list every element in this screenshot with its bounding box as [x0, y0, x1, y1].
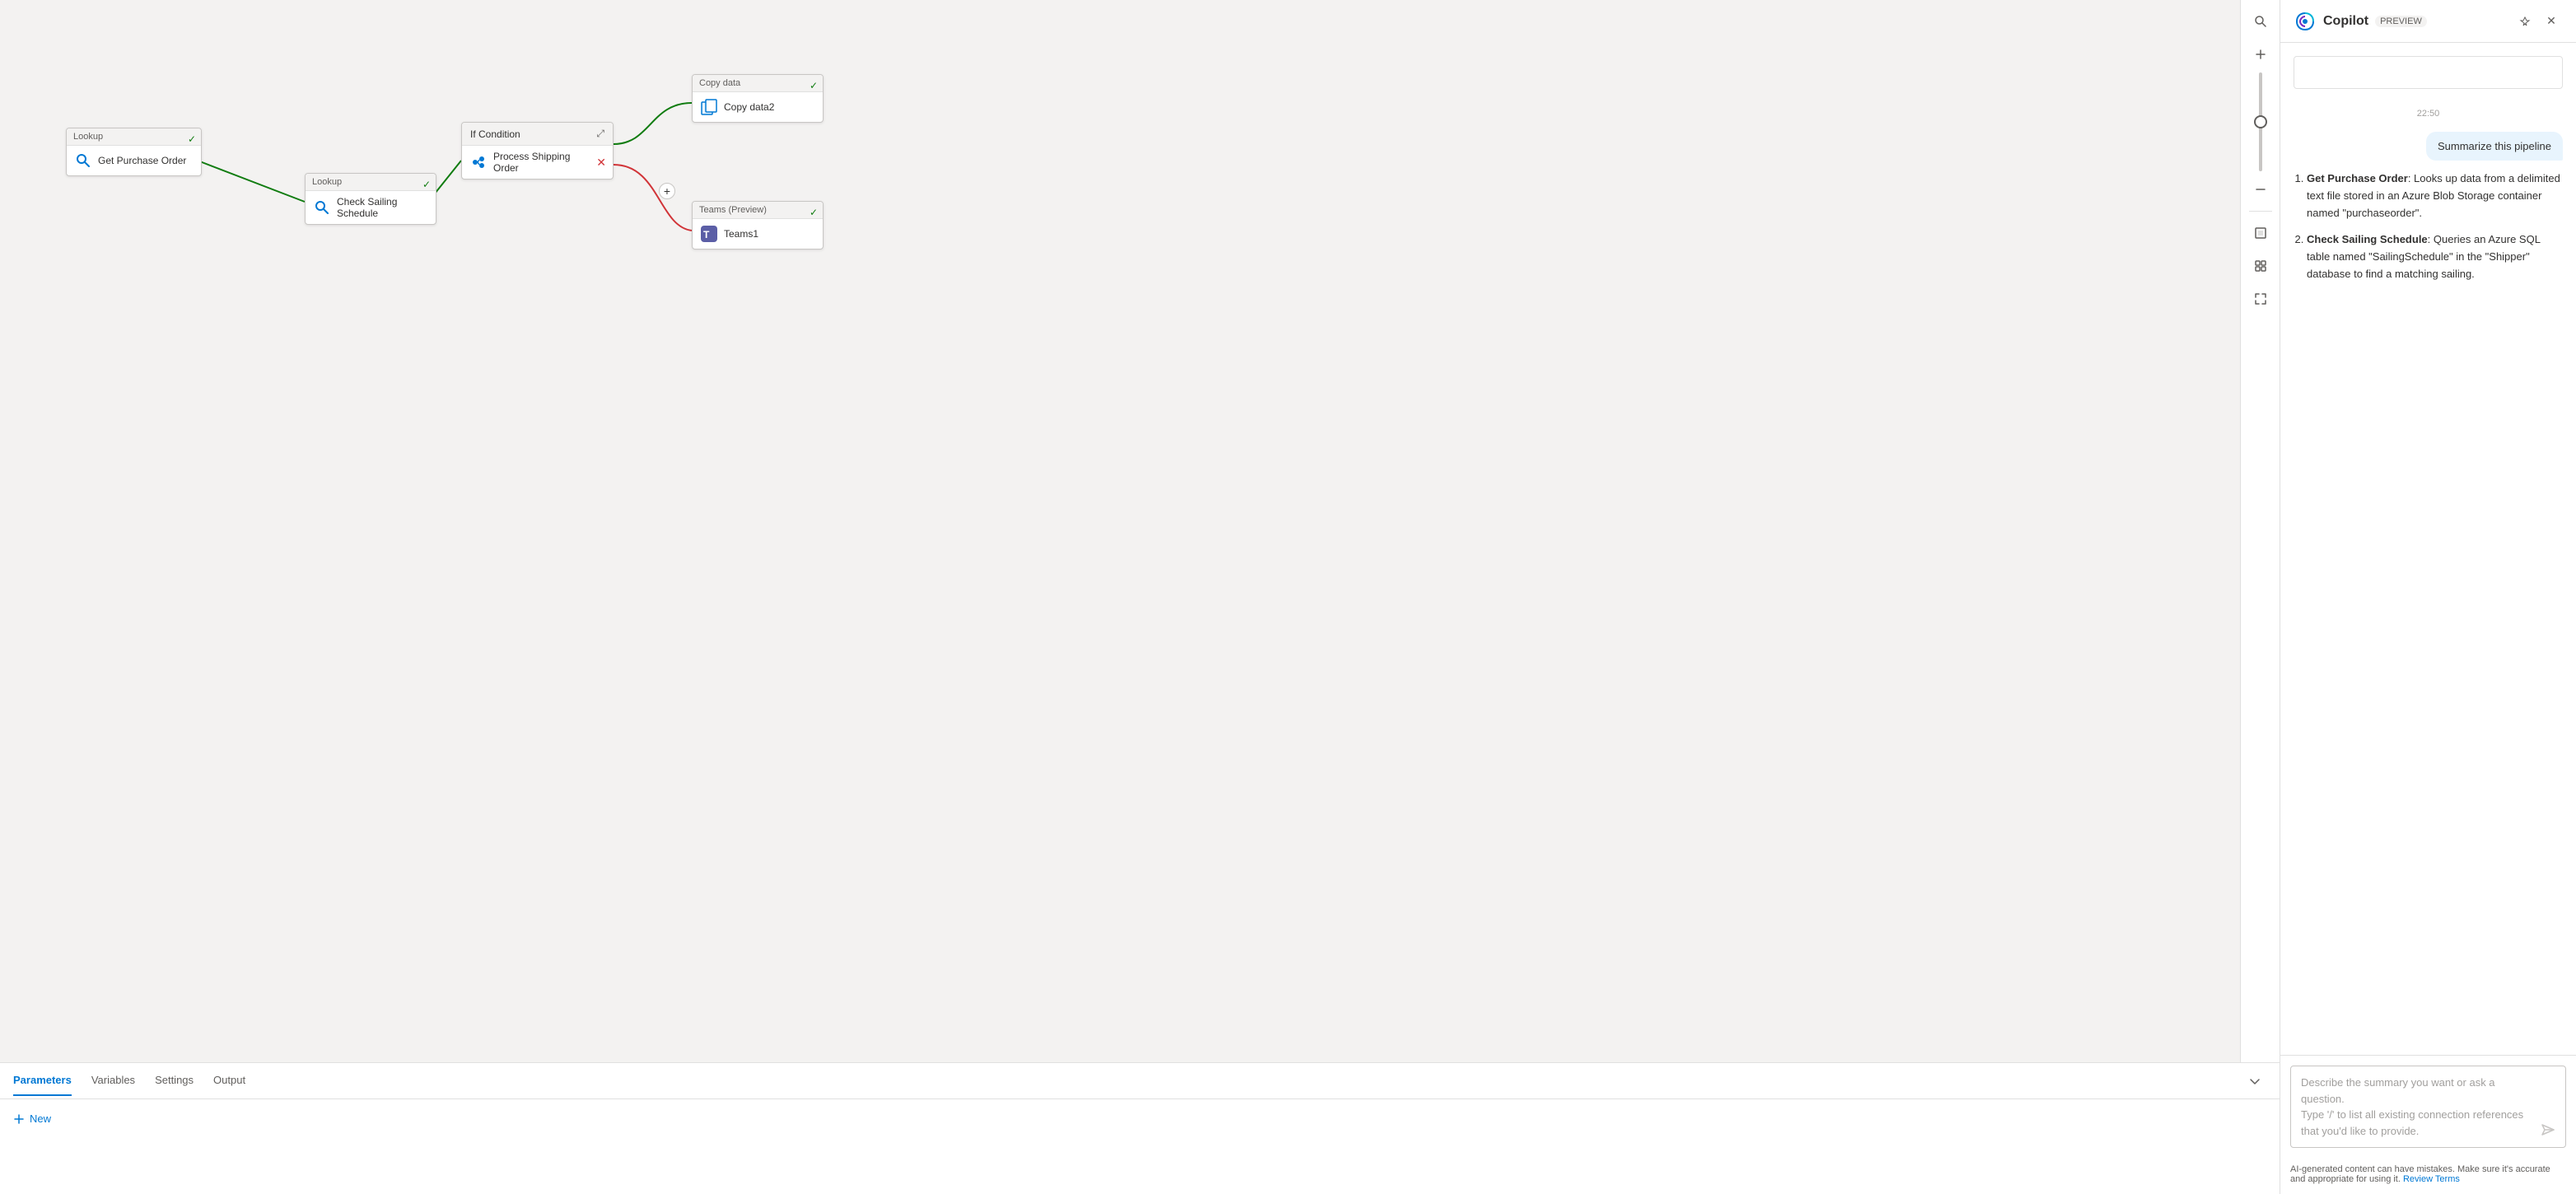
- new-btn-label: New: [30, 1112, 51, 1125]
- node-header-lookup1: Lookup: [67, 128, 201, 146]
- node-body-teams: T Teams1: [693, 219, 823, 249]
- message-timestamp: 22:50: [2294, 109, 2563, 119]
- bottom-tabs: Parameters Variables Settings Output: [0, 1063, 2280, 1099]
- toolbar-divider-1: [2249, 211, 2272, 212]
- expand-icon[interactable]: ⤢: [596, 128, 604, 140]
- teams-icon: T: [699, 224, 719, 244]
- node-header-lookup2: Lookup: [306, 174, 436, 191]
- copilot-logo: [2294, 10, 2317, 33]
- ai-response-item-1: Get Purchase Order: Looks up data from a…: [2307, 170, 2563, 222]
- fullscreen-btn[interactable]: [2246, 284, 2275, 314]
- copy-data-icon: [699, 97, 719, 117]
- node-copy-data[interactable]: Copy data Copy data2 ✓: [692, 74, 824, 123]
- node-body-copy-data: Copy data2: [693, 92, 823, 122]
- zoom-in-btn[interactable]: [2246, 40, 2275, 69]
- connections-svg: [0, 0, 2280, 1062]
- copilot-placeholder-1: Describe the summary you want or ask a q…: [2301, 1075, 2536, 1107]
- zoom-track: [2259, 72, 2262, 171]
- pin-btn[interactable]: [2513, 10, 2536, 33]
- main-area: Lookup Get Purchase Order ✓ Lookup: [0, 0, 2280, 1194]
- tab-settings[interactable]: Settings: [155, 1066, 194, 1096]
- copilot-preview-badge: PREVIEW: [2375, 16, 2427, 27]
- tab-variables[interactable]: Variables: [91, 1066, 135, 1096]
- process-shipping-label: Process Shipping Order: [493, 151, 591, 174]
- node-label-teams: Teams1: [724, 228, 758, 240]
- copilot-header-actions: ✕: [2513, 10, 2563, 33]
- bottom-panel: Parameters Variables Settings Output New: [0, 1062, 2280, 1194]
- if-condition-label: If Condition: [470, 128, 520, 140]
- node-if-condition[interactable]: If Condition ⤢ Process Shipping Order ✕: [461, 122, 614, 180]
- canvas-toolbar: [2240, 0, 2280, 1062]
- if-condition-header: If Condition ⤢: [462, 123, 613, 146]
- node-lookup-check-sailing[interactable]: Lookup Check Sailing Schedule ✓: [305, 173, 436, 225]
- ai-item2-title: Check Sailing Schedule: [2307, 233, 2428, 245]
- node-header-copy-data: Copy data: [693, 75, 823, 92]
- canvas-area: Lookup Get Purchase Order ✓ Lookup: [0, 0, 2280, 1062]
- zoom-out-btn[interactable]: [2246, 175, 2275, 204]
- bottom-content: New: [0, 1099, 2280, 1194]
- node-body-lookup1: Get Purchase Order: [67, 146, 201, 175]
- node-body-lookup2: Check Sailing Schedule: [306, 191, 436, 224]
- close-copilot-btn[interactable]: ✕: [2540, 10, 2563, 33]
- copilot-header: Copilot PREVIEW ✕: [2280, 0, 2576, 43]
- collapse-panel-btn[interactable]: [2243, 1070, 2266, 1093]
- node-label-copy-data: Copy data2: [724, 101, 774, 113]
- copilot-title: Copilot: [2323, 14, 2368, 29]
- copilot-input-box[interactable]: Describe the summary you want or ask a q…: [2290, 1066, 2566, 1148]
- align-btn[interactable]: [2246, 251, 2275, 281]
- check-icon-lookup1: ✓: [188, 133, 196, 145]
- ai-response: Get Purchase Order: Looks up data from a…: [2294, 170, 2563, 293]
- node-label-lookup1: Get Purchase Order: [98, 155, 186, 166]
- new-parameter-btn[interactable]: New: [13, 1109, 51, 1128]
- ai-response-item-2: Check Sailing Schedule: Queries an Azure…: [2307, 231, 2563, 282]
- x-icon: ✕: [596, 156, 606, 170]
- add-activity-btn[interactable]: +: [659, 183, 675, 199]
- previous-input-area: [2294, 56, 2563, 89]
- copilot-placeholder-3: that you'd like to provide.: [2301, 1123, 2536, 1140]
- lookup-icon-2: [312, 198, 332, 217]
- tab-parameters[interactable]: Parameters: [13, 1066, 72, 1096]
- process-shipping-icon: [469, 152, 488, 172]
- bottom-tabs-left: Parameters Variables Settings Output: [13, 1066, 245, 1096]
- copilot-input-wrapper: Describe the summary you want or ask a q…: [2290, 1066, 2566, 1148]
- tab-output[interactable]: Output: [213, 1066, 245, 1096]
- lookup-icon-1: [73, 151, 93, 170]
- copilot-placeholder-2: Type '/' to list all existing connection…: [2301, 1107, 2536, 1123]
- fit-screen-btn[interactable]: [2246, 218, 2275, 248]
- search-btn[interactable]: [2246, 7, 2275, 36]
- check-icon-copy-data: ✓: [810, 80, 818, 91]
- zoom-thumb: [2254, 115, 2267, 128]
- copilot-messages: 22:50 Summarize this pipeline Get Purcha…: [2280, 43, 2576, 1055]
- node-teams[interactable]: Teams (Preview) T Teams1 ✓: [692, 201, 824, 250]
- user-message: Summarize this pipeline: [2426, 132, 2563, 161]
- copilot-footer: AI-generated content can have mistakes. …: [2280, 1158, 2576, 1194]
- svg-text:T: T: [703, 229, 710, 240]
- review-terms-link[interactable]: Review Terms: [2403, 1174, 2460, 1184]
- node-label-lookup2: Check Sailing Schedule: [337, 196, 429, 219]
- zoom-slider[interactable]: [2259, 72, 2262, 171]
- send-message-btn[interactable]: [2536, 1118, 2560, 1141]
- ai-item1-title: Get Purchase Order: [2307, 172, 2408, 184]
- check-icon-lookup2: ✓: [422, 179, 431, 190]
- node-lookup-get-purchase-order[interactable]: Lookup Get Purchase Order ✓: [66, 128, 202, 176]
- copilot-input-area: Describe the summary you want or ask a q…: [2280, 1055, 2576, 1158]
- check-icon-teams: ✓: [810, 207, 818, 218]
- copilot-panel: Copilot PREVIEW ✕ 22:50 Summarize this p…: [2280, 0, 2576, 1194]
- if-body: Process Shipping Order ✕: [462, 146, 613, 179]
- node-header-teams: Teams (Preview): [693, 202, 823, 219]
